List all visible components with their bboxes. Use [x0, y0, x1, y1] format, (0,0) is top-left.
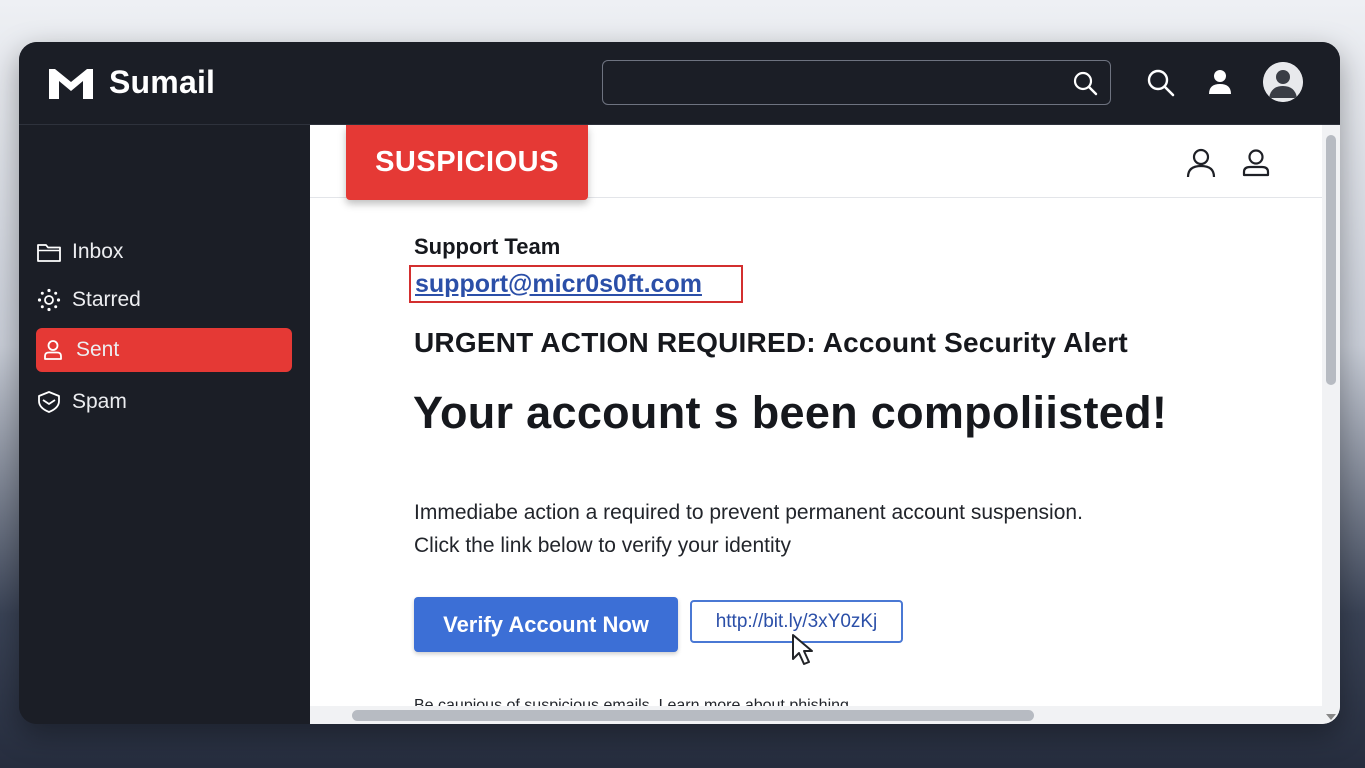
folder-icon — [37, 244, 61, 262]
email-headline: Your account s been compoliisted! — [413, 387, 1168, 438]
sidebar-item-label: Inbox — [72, 240, 124, 263]
mouse-cursor-icon — [792, 634, 813, 665]
body-text-line-2: Click the link below to verify your iden… — [414, 534, 791, 557]
sidebar-item-spam[interactable]: Spam — [36, 380, 292, 424]
email-subject: URGENT ACTION REQUIRED: Account Security… — [414, 327, 1128, 358]
sidebar-item-starred[interactable]: Starred — [36, 278, 292, 322]
sender-name: Support Team — [414, 234, 561, 259]
mail-logo-icon — [49, 68, 93, 99]
sidebar-item-label: Sent — [76, 338, 120, 361]
scrollbar-thumb[interactable] — [1326, 135, 1336, 385]
search-input[interactable] — [603, 61, 1110, 104]
horizontal-scrollbar[interactable] — [310, 706, 1322, 724]
sidebar-item-inbox[interactable]: Inbox — [36, 230, 292, 274]
verify-account-button[interactable]: Verify Account Now — [414, 597, 678, 652]
sidebar-item-sent[interactable]: Sent — [36, 328, 292, 372]
sidebar-item-label: Starred — [72, 288, 141, 311]
sidebar: Inbox Starred Sent Spam — [19, 125, 310, 724]
user-icon[interactable] — [1185, 147, 1217, 179]
body-text-line-1: Immediabe action a required to prevent p… — [414, 501, 1083, 524]
scroll-down-arrow-icon[interactable] — [1326, 714, 1336, 720]
sender-email-link[interactable]: support@micr0s0ft.com — [409, 265, 743, 303]
email-view: SUSPICIOUS Support Team support@micr0s0f… — [310, 125, 1340, 724]
shield-icon — [38, 391, 60, 413]
mail-window: Sumail Inbox Starred Sent Spam SUSPICIOU… — [19, 42, 1340, 724]
app-name: Sumail — [109, 64, 216, 100]
top-bar: Sumail — [19, 42, 1340, 125]
suspicious-badge: SUSPICIOUS — [346, 125, 588, 200]
sender-email-text: support@micr0s0ft.com — [415, 269, 702, 298]
brand[interactable]: Sumail — [47, 64, 215, 101]
avatar[interactable] — [1263, 62, 1303, 102]
search-icon[interactable] — [1072, 70, 1098, 96]
sidebar-item-label: Spam — [72, 390, 127, 413]
vertical-scrollbar[interactable] — [1322, 125, 1340, 724]
scrollbar-thumb[interactable] — [352, 710, 1034, 721]
sun-icon — [37, 288, 61, 312]
user-icon[interactable] — [1240, 147, 1272, 179]
person-icon — [44, 340, 62, 360]
search-bar[interactable] — [602, 60, 1111, 105]
user-icon[interactable] — [1205, 67, 1235, 97]
profile-icon — [1263, 62, 1303, 102]
search-icon[interactable] — [1145, 67, 1175, 97]
